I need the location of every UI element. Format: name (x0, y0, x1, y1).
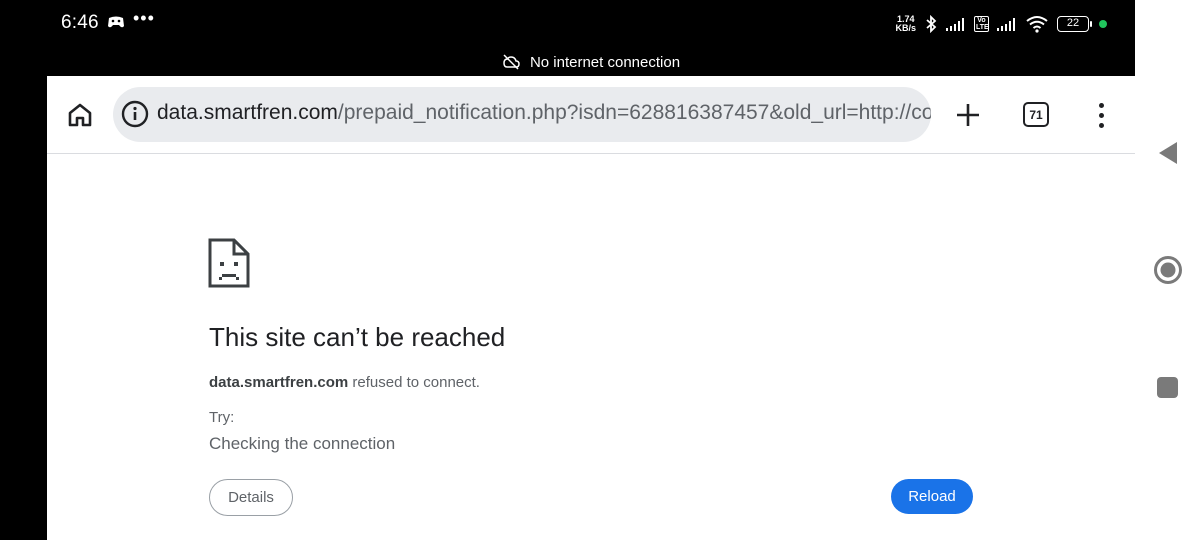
game-controller-icon (108, 16, 124, 28)
left-black-bar (0, 0, 47, 540)
tab-switcher-button[interactable]: 71 (1023, 102, 1049, 127)
error-page: This site can’t be reached data.smartfre… (47, 154, 1135, 540)
home-button[interactable] (65, 100, 95, 130)
browser-toolbar: data.smartfren.com/prepaid_notification.… (47, 76, 1135, 154)
home-nav-icon[interactable] (1153, 255, 1183, 285)
network-speed: 1.74 KB/s (895, 15, 916, 33)
status-bar: 6:46 ••• 1.74 KB/s Vo LTE 22 (47, 0, 1135, 48)
battery-level: 22 (1066, 17, 1080, 29)
menu-dot (1098, 102, 1104, 108)
url-path: /prepaid_notification.php?isdn=628816387… (337, 101, 931, 124)
wifi-icon (1026, 16, 1048, 33)
reload-button[interactable]: Reload (891, 479, 973, 514)
status-indicators: 1.74 KB/s Vo LTE 22 (895, 12, 1107, 36)
address-bar[interactable]: data.smartfren.com/prepaid_notification.… (113, 87, 931, 142)
suggestion-item: Checking the connection (209, 434, 396, 453)
back-nav-icon[interactable] (1157, 140, 1179, 166)
error-host: data.smartfren.com (209, 374, 349, 391)
status-time: 6:46 (61, 12, 99, 33)
menu-dot (1098, 112, 1104, 118)
battery-icon: 22 (1057, 16, 1092, 32)
try-label: Try: (209, 409, 235, 426)
offline-banner-text: No internet connection (529, 53, 681, 71)
system-nav-bar (1135, 0, 1200, 540)
network-speed-unit: KB/s (895, 23, 916, 33)
details-button[interactable]: Details (209, 479, 293, 516)
url-host: data.smartfren.com (157, 101, 338, 124)
plus-icon[interactable] (953, 100, 983, 130)
recents-nav-icon[interactable] (1157, 377, 1178, 398)
more-vert-icon[interactable] (1091, 100, 1111, 130)
cloud-off-icon (503, 54, 520, 70)
url-text[interactable]: data.smartfren.com/prepaid_notification.… (157, 101, 931, 125)
error-desc-suffix: refused to connect. (348, 374, 480, 391)
error-title: This site can’t be reached (209, 322, 506, 352)
tab-count: 71 (1029, 107, 1043, 122)
signal-icon (946, 18, 964, 31)
menu-dot (1098, 122, 1104, 128)
home-icon (68, 103, 92, 127)
bluetooth-icon (926, 15, 937, 33)
offline-banner: No internet connection (47, 48, 1135, 76)
signal-icon-2 (997, 18, 1015, 31)
info-icon[interactable] (121, 100, 149, 128)
volte-icon: Vo LTE (974, 16, 989, 32)
error-description: data.smartfren.com refused to connect. (209, 374, 480, 391)
privacy-indicator-dot (1099, 20, 1107, 28)
more-notifications-icon: ••• (133, 8, 155, 28)
sad-document-icon (208, 238, 250, 288)
